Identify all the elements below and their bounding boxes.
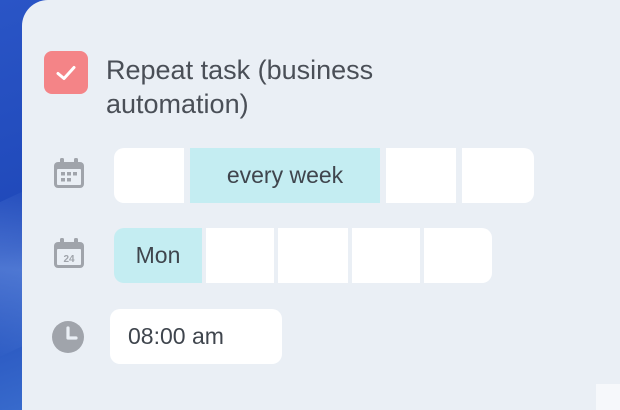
- frequency-option[interactable]: [386, 148, 456, 203]
- weekday-option[interactable]: [352, 228, 420, 283]
- checkmark-icon: [56, 65, 76, 80]
- weekday-selector: Mon: [114, 228, 492, 283]
- card-corner: [596, 384, 620, 410]
- repeat-task-card: Repeat task (business automation) every …: [22, 0, 620, 410]
- time-value: 08:00 am: [128, 323, 224, 349]
- calendar-date-icon: 24: [54, 238, 84, 268]
- frequency-selector: every week: [114, 148, 534, 203]
- weekday-option[interactable]: [206, 228, 274, 283]
- frequency-option[interactable]: [114, 148, 184, 203]
- clock-icon: [52, 321, 84, 353]
- frequency-option[interactable]: [462, 148, 534, 203]
- calendar-icon: [54, 158, 84, 188]
- weekday-option[interactable]: [424, 228, 492, 283]
- calendar-date-text: 24: [63, 254, 75, 265]
- repeat-task-checkbox[interactable]: [44, 51, 88, 94]
- repeat-task-title: Repeat task (business automation): [106, 55, 374, 119]
- weekday-option[interactable]: [278, 228, 348, 283]
- time-input[interactable]: 08:00 am: [110, 309, 282, 364]
- frequency-option-every-week[interactable]: every week: [190, 148, 380, 203]
- weekday-option-mon[interactable]: Mon: [114, 228, 202, 283]
